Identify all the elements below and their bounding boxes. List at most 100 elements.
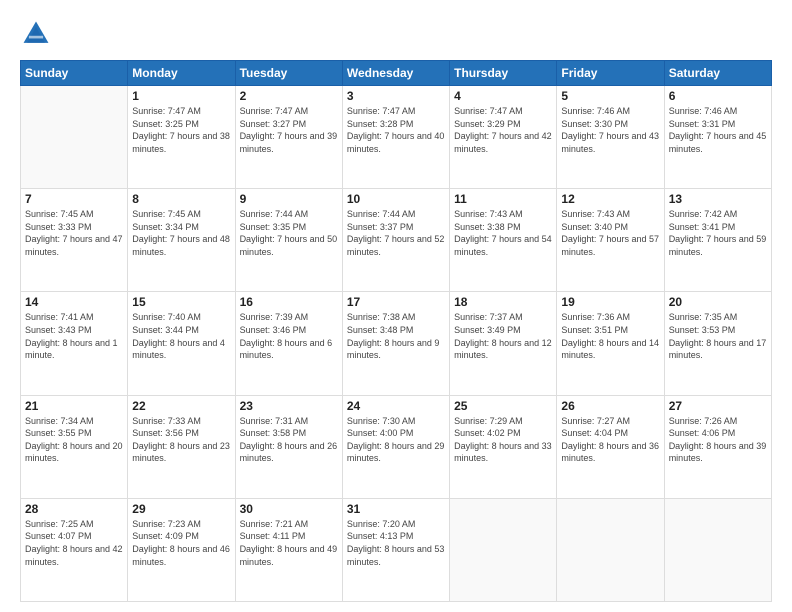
day-info: Sunrise: 7:26 AMSunset: 4:06 PMDaylight:… bbox=[669, 415, 767, 465]
day-number: 8 bbox=[132, 192, 230, 206]
day-info: Sunrise: 7:45 AMSunset: 3:34 PMDaylight:… bbox=[132, 208, 230, 258]
calendar-page: SundayMondayTuesdayWednesdayThursdayFrid… bbox=[0, 0, 792, 612]
logo bbox=[20, 18, 56, 50]
day-cell: 28 Sunrise: 7:25 AMSunset: 4:07 PMDayligh… bbox=[21, 498, 128, 601]
day-info: Sunrise: 7:46 AMSunset: 3:31 PMDaylight:… bbox=[669, 105, 767, 155]
day-number: 24 bbox=[347, 399, 445, 413]
day-number: 17 bbox=[347, 295, 445, 309]
day-info: Sunrise: 7:37 AMSunset: 3:49 PMDaylight:… bbox=[454, 311, 552, 361]
day-info: Sunrise: 7:45 AMSunset: 3:33 PMDaylight:… bbox=[25, 208, 123, 258]
day-cell: 20 Sunrise: 7:35 AMSunset: 3:53 PMDayligh… bbox=[664, 292, 771, 395]
day-cell bbox=[450, 498, 557, 601]
week-row-1: 1 Sunrise: 7:47 AMSunset: 3:25 PMDaylight… bbox=[21, 86, 772, 189]
day-number: 31 bbox=[347, 502, 445, 516]
weekday-header-thursday: Thursday bbox=[450, 61, 557, 86]
day-cell: 22 Sunrise: 7:33 AMSunset: 3:56 PMDayligh… bbox=[128, 395, 235, 498]
day-info: Sunrise: 7:21 AMSunset: 4:11 PMDaylight:… bbox=[240, 518, 338, 568]
weekday-header-friday: Friday bbox=[557, 61, 664, 86]
day-info: Sunrise: 7:41 AMSunset: 3:43 PMDaylight:… bbox=[25, 311, 123, 361]
day-cell bbox=[557, 498, 664, 601]
day-info: Sunrise: 7:35 AMSunset: 3:53 PMDaylight:… bbox=[669, 311, 767, 361]
calendar-table: SundayMondayTuesdayWednesdayThursdayFrid… bbox=[20, 60, 772, 602]
day-cell: 26 Sunrise: 7:27 AMSunset: 4:04 PMDayligh… bbox=[557, 395, 664, 498]
day-number: 14 bbox=[25, 295, 123, 309]
day-number: 3 bbox=[347, 89, 445, 103]
day-cell: 14 Sunrise: 7:41 AMSunset: 3:43 PMDayligh… bbox=[21, 292, 128, 395]
day-info: Sunrise: 7:47 AMSunset: 3:27 PMDaylight:… bbox=[240, 105, 338, 155]
day-cell: 16 Sunrise: 7:39 AMSunset: 3:46 PMDayligh… bbox=[235, 292, 342, 395]
weekday-header-saturday: Saturday bbox=[664, 61, 771, 86]
day-cell: 18 Sunrise: 7:37 AMSunset: 3:49 PMDayligh… bbox=[450, 292, 557, 395]
day-info: Sunrise: 7:27 AMSunset: 4:04 PMDaylight:… bbox=[561, 415, 659, 465]
day-info: Sunrise: 7:20 AMSunset: 4:13 PMDaylight:… bbox=[347, 518, 445, 568]
day-number: 22 bbox=[132, 399, 230, 413]
day-number: 9 bbox=[240, 192, 338, 206]
day-number: 20 bbox=[669, 295, 767, 309]
weekday-header-row: SundayMondayTuesdayWednesdayThursdayFrid… bbox=[21, 61, 772, 86]
day-number: 4 bbox=[454, 89, 552, 103]
day-info: Sunrise: 7:25 AMSunset: 4:07 PMDaylight:… bbox=[25, 518, 123, 568]
day-cell bbox=[664, 498, 771, 601]
weekday-header-sunday: Sunday bbox=[21, 61, 128, 86]
day-cell: 13Sunrise: 7:42 AMSunset: 3:41 PMDayligh… bbox=[664, 189, 771, 292]
day-info: Sunrise: 7:31 AMSunset: 3:58 PMDaylight:… bbox=[240, 415, 338, 465]
day-cell: 24 Sunrise: 7:30 AMSunset: 4:00 PMDayligh… bbox=[342, 395, 449, 498]
day-info: Sunrise: 7:23 AMSunset: 4:09 PMDaylight:… bbox=[132, 518, 230, 568]
day-cell: 31 Sunrise: 7:20 AMSunset: 4:13 PMDayligh… bbox=[342, 498, 449, 601]
day-number: 18 bbox=[454, 295, 552, 309]
day-number: 2 bbox=[240, 89, 338, 103]
day-cell: 23Sunrise: 7:31 AMSunset: 3:58 PMDayligh… bbox=[235, 395, 342, 498]
day-cell: 2 Sunrise: 7:47 AMSunset: 3:27 PMDaylight… bbox=[235, 86, 342, 189]
day-cell: 10 Sunrise: 7:44 AMSunset: 3:37 PMDayligh… bbox=[342, 189, 449, 292]
day-number: 28 bbox=[25, 502, 123, 516]
day-info: Sunrise: 7:47 AMSunset: 3:25 PMDaylight:… bbox=[132, 105, 230, 155]
day-number: 27 bbox=[669, 399, 767, 413]
day-number: 1 bbox=[132, 89, 230, 103]
day-info: Sunrise: 7:47 AMSunset: 3:28 PMDaylight:… bbox=[347, 105, 445, 155]
day-info: Sunrise: 7:30 AMSunset: 4:00 PMDaylight:… bbox=[347, 415, 445, 465]
day-number: 25 bbox=[454, 399, 552, 413]
day-info: Sunrise: 7:44 AMSunset: 3:37 PMDaylight:… bbox=[347, 208, 445, 258]
day-number: 5 bbox=[561, 89, 659, 103]
day-cell: 30 Sunrise: 7:21 AMSunset: 4:11 PMDayligh… bbox=[235, 498, 342, 601]
day-info: Sunrise: 7:46 AMSunset: 3:30 PMDaylight:… bbox=[561, 105, 659, 155]
day-cell: 6Sunrise: 7:46 AMSunset: 3:31 PMDaylight… bbox=[664, 86, 771, 189]
day-info: Sunrise: 7:44 AMSunset: 3:35 PMDaylight:… bbox=[240, 208, 338, 258]
day-cell: 29Sunrise: 7:23 AMSunset: 4:09 PMDayligh… bbox=[128, 498, 235, 601]
day-number: 16 bbox=[240, 295, 338, 309]
day-number: 7 bbox=[25, 192, 123, 206]
day-info: Sunrise: 7:34 AMSunset: 3:55 PMDaylight:… bbox=[25, 415, 123, 465]
day-cell: 12 Sunrise: 7:43 AMSunset: 3:40 PMDayligh… bbox=[557, 189, 664, 292]
day-info: Sunrise: 7:43 AMSunset: 3:38 PMDaylight:… bbox=[454, 208, 552, 258]
week-row-3: 14 Sunrise: 7:41 AMSunset: 3:43 PMDayligh… bbox=[21, 292, 772, 395]
weekday-header-tuesday: Tuesday bbox=[235, 61, 342, 86]
day-info: Sunrise: 7:33 AMSunset: 3:56 PMDaylight:… bbox=[132, 415, 230, 465]
day-cell: 25 Sunrise: 7:29 AMSunset: 4:02 PMDayligh… bbox=[450, 395, 557, 498]
day-info: Sunrise: 7:43 AMSunset: 3:40 PMDaylight:… bbox=[561, 208, 659, 258]
day-cell: 27 Sunrise: 7:26 AMSunset: 4:06 PMDayligh… bbox=[664, 395, 771, 498]
day-cell: 15Sunrise: 7:40 AMSunset: 3:44 PMDayligh… bbox=[128, 292, 235, 395]
day-cell: 1 Sunrise: 7:47 AMSunset: 3:25 PMDaylight… bbox=[128, 86, 235, 189]
day-cell: 21Sunrise: 7:34 AMSunset: 3:55 PMDayligh… bbox=[21, 395, 128, 498]
day-number: 10 bbox=[347, 192, 445, 206]
day-cell: 9 Sunrise: 7:44 AMSunset: 3:35 PMDaylight… bbox=[235, 189, 342, 292]
day-info: Sunrise: 7:42 AMSunset: 3:41 PMDaylight:… bbox=[669, 208, 767, 258]
day-number: 26 bbox=[561, 399, 659, 413]
day-cell: 3 Sunrise: 7:47 AMSunset: 3:28 PMDaylight… bbox=[342, 86, 449, 189]
day-info: Sunrise: 7:38 AMSunset: 3:48 PMDaylight:… bbox=[347, 311, 445, 361]
day-cell: 5 Sunrise: 7:46 AMSunset: 3:30 PMDaylight… bbox=[557, 86, 664, 189]
header bbox=[20, 18, 772, 50]
week-row-4: 21Sunrise: 7:34 AMSunset: 3:55 PMDayligh… bbox=[21, 395, 772, 498]
logo-icon bbox=[20, 18, 52, 50]
day-number: 30 bbox=[240, 502, 338, 516]
day-cell: 8 Sunrise: 7:45 AMSunset: 3:34 PMDaylight… bbox=[128, 189, 235, 292]
day-cell: 4 Sunrise: 7:47 AMSunset: 3:29 PMDaylight… bbox=[450, 86, 557, 189]
day-number: 12 bbox=[561, 192, 659, 206]
day-info: Sunrise: 7:29 AMSunset: 4:02 PMDaylight:… bbox=[454, 415, 552, 465]
day-info: Sunrise: 7:47 AMSunset: 3:29 PMDaylight:… bbox=[454, 105, 552, 155]
day-cell: 17 Sunrise: 7:38 AMSunset: 3:48 PMDayligh… bbox=[342, 292, 449, 395]
day-number: 15 bbox=[132, 295, 230, 309]
calendar: SundayMondayTuesdayWednesdayThursdayFrid… bbox=[20, 60, 772, 602]
day-info: Sunrise: 7:39 AMSunset: 3:46 PMDaylight:… bbox=[240, 311, 338, 361]
day-number: 11 bbox=[454, 192, 552, 206]
